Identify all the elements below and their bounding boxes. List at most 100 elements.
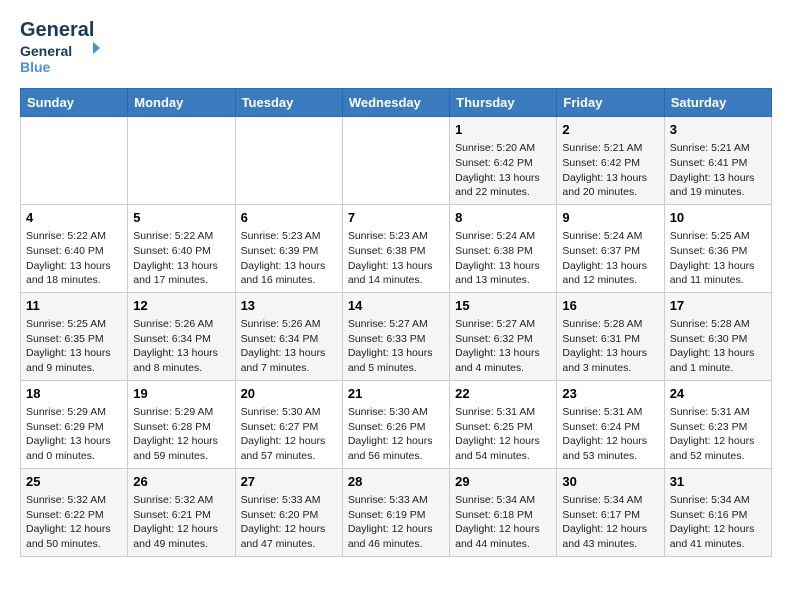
day-info: Sunrise: 5:34 AM Sunset: 6:17 PM Dayligh… xyxy=(562,493,658,552)
day-info: Sunrise: 5:25 AM Sunset: 6:36 PM Dayligh… xyxy=(670,229,766,288)
day-info: Sunrise: 5:26 AM Sunset: 6:34 PM Dayligh… xyxy=(133,317,229,376)
day-info: Sunrise: 5:33 AM Sunset: 6:19 PM Dayligh… xyxy=(348,493,444,552)
calendar-cell: 16Sunrise: 5:28 AM Sunset: 6:31 PM Dayli… xyxy=(557,292,664,380)
calendar-week-5: 25 Sunrise: 5:32 AM Sunset: 6:22 PM Dayli… xyxy=(21,468,772,556)
day-info: Sunrise: 5:21 AM Sunset: 6:41 PM Dayligh… xyxy=(670,141,766,200)
calendar-cell: 21Sunrise: 5:30 AM Sunset: 6:26 PM Dayli… xyxy=(342,380,449,468)
day-number: 8 xyxy=(455,209,551,227)
calendar-week-1: 1Sunrise: 5:20 AM Sunset: 6:42 PM Daylig… xyxy=(21,117,772,205)
weekday-header-friday: Friday xyxy=(557,89,664,117)
day-info: Sunrise: 5:28 AM Sunset: 6:30 PM Dayligh… xyxy=(670,317,766,376)
day-info: Sunrise: 5:25 AM Sunset: 6:35 PM Dayligh… xyxy=(26,317,122,376)
day-number: 20 xyxy=(241,385,337,403)
day-info: Sunrise: 5:27 AM Sunset: 6:32 PM Dayligh… xyxy=(455,317,551,376)
calendar-cell: 22 Sunrise: 5:31 AM Sunset: 6:25 PM Dayli… xyxy=(450,380,557,468)
day-info: Sunrise: 5:32 AM Sunset: 6:22 PM Dayligh… xyxy=(26,493,122,552)
calendar-cell: 24 Sunrise: 5:31 AM Sunset: 6:23 PM Dayli… xyxy=(664,380,771,468)
day-number: 16 xyxy=(562,297,658,315)
calendar-cell: 10 Sunrise: 5:25 AM Sunset: 6:36 PM Dayli… xyxy=(664,204,771,292)
calendar-cell xyxy=(21,117,128,205)
calendar-week-4: 18Sunrise: 5:29 AM Sunset: 6:29 PM Dayli… xyxy=(21,380,772,468)
calendar-cell: 12 Sunrise: 5:26 AM Sunset: 6:34 PM Dayli… xyxy=(128,292,235,380)
calendar-cell: 18Sunrise: 5:29 AM Sunset: 6:29 PM Dayli… xyxy=(21,380,128,468)
day-number: 19 xyxy=(133,385,229,403)
day-number: 5 xyxy=(133,209,229,227)
day-number: 7 xyxy=(348,209,444,227)
calendar-cell: 3 Sunrise: 5:21 AM Sunset: 6:41 PM Daylig… xyxy=(664,117,771,205)
day-number: 21 xyxy=(348,385,444,403)
svg-text:General: General xyxy=(20,43,72,59)
calendar-cell: 11 Sunrise: 5:25 AM Sunset: 6:35 PM Dayli… xyxy=(21,292,128,380)
calendar-cell: 15 Sunrise: 5:27 AM Sunset: 6:32 PM Dayli… xyxy=(450,292,557,380)
day-info: Sunrise: 5:22 AM Sunset: 6:40 PM Dayligh… xyxy=(133,229,229,288)
calendar-cell: 14 Sunrise: 5:27 AM Sunset: 6:33 PM Dayli… xyxy=(342,292,449,380)
calendar-cell: 28 Sunrise: 5:33 AM Sunset: 6:19 PM Dayli… xyxy=(342,468,449,556)
day-number: 4 xyxy=(26,209,122,227)
calendar-cell: 29Sunrise: 5:34 AM Sunset: 6:18 PM Dayli… xyxy=(450,468,557,556)
calendar-cell: 23 Sunrise: 5:31 AM Sunset: 6:24 PM Dayli… xyxy=(557,380,664,468)
weekday-header-sunday: Sunday xyxy=(21,89,128,117)
day-info: Sunrise: 5:31 AM Sunset: 6:25 PM Dayligh… xyxy=(455,405,551,464)
calendar-cell: 8Sunrise: 5:24 AM Sunset: 6:38 PM Daylig… xyxy=(450,204,557,292)
day-number: 23 xyxy=(562,385,658,403)
day-info: Sunrise: 5:26 AM Sunset: 6:34 PM Dayligh… xyxy=(241,317,337,376)
day-number: 9 xyxy=(562,209,658,227)
calendar-cell: 4Sunrise: 5:22 AM Sunset: 6:40 PM Daylig… xyxy=(21,204,128,292)
day-number: 30 xyxy=(562,473,658,491)
calendar-cell: 25 Sunrise: 5:32 AM Sunset: 6:22 PM Dayli… xyxy=(21,468,128,556)
day-number: 31 xyxy=(670,473,766,491)
day-info: Sunrise: 5:29 AM Sunset: 6:28 PM Dayligh… xyxy=(133,405,229,464)
day-number: 22 xyxy=(455,385,551,403)
day-number: 27 xyxy=(241,473,337,491)
calendar-cell: 30 Sunrise: 5:34 AM Sunset: 6:17 PM Dayli… xyxy=(557,468,664,556)
calendar-cell: 7 Sunrise: 5:23 AM Sunset: 6:38 PM Daylig… xyxy=(342,204,449,292)
day-number: 14 xyxy=(348,297,444,315)
logo: General General Blue xyxy=(20,20,100,78)
day-info: Sunrise: 5:31 AM Sunset: 6:24 PM Dayligh… xyxy=(562,405,658,464)
calendar-cell: 6Sunrise: 5:23 AM Sunset: 6:39 PM Daylig… xyxy=(235,204,342,292)
day-info: Sunrise: 5:31 AM Sunset: 6:23 PM Dayligh… xyxy=(670,405,766,464)
weekday-header-monday: Monday xyxy=(128,89,235,117)
calendar-cell: 20 Sunrise: 5:30 AM Sunset: 6:27 PM Dayli… xyxy=(235,380,342,468)
day-number: 25 xyxy=(26,473,122,491)
day-number: 2 xyxy=(562,121,658,139)
day-number: 12 xyxy=(133,297,229,315)
day-info: Sunrise: 5:27 AM Sunset: 6:33 PM Dayligh… xyxy=(348,317,444,376)
calendar-week-2: 4 Sunrise: 5:22 AM Sunset: 6:40 PM Daylig… xyxy=(21,204,772,292)
calendar-cell: 9 Sunrise: 5:24 AM Sunset: 6:37 PM Daylig… xyxy=(557,204,664,292)
day-number: 24 xyxy=(670,385,766,403)
day-number: 15 xyxy=(455,297,551,315)
calendar-cell: 13 Sunrise: 5:26 AM Sunset: 6:34 PM Dayli… xyxy=(235,292,342,380)
day-number: 28 xyxy=(348,473,444,491)
day-number: 29 xyxy=(455,473,551,491)
day-info: Sunrise: 5:33 AM Sunset: 6:20 PM Dayligh… xyxy=(241,493,337,552)
calendar-cell: 5 Sunrise: 5:22 AM Sunset: 6:40 PM Daylig… xyxy=(128,204,235,292)
calendar-table: SundayMondayTuesdayWednesdayThursdayFrid… xyxy=(20,88,772,557)
day-number: 17 xyxy=(670,297,766,315)
calendar-cell: 31Sunrise: 5:34 AM Sunset: 6:16 PM Dayli… xyxy=(664,468,771,556)
day-number: 26 xyxy=(133,473,229,491)
weekday-header-wednesday: Wednesday xyxy=(342,89,449,117)
day-info: Sunrise: 5:20 AM Sunset: 6:42 PM Dayligh… xyxy=(455,141,551,200)
weekday-header-thursday: Thursday xyxy=(450,89,557,117)
day-info: Sunrise: 5:29 AM Sunset: 6:29 PM Dayligh… xyxy=(26,405,122,464)
day-info: Sunrise: 5:23 AM Sunset: 6:39 PM Dayligh… xyxy=(241,229,337,288)
day-number: 10 xyxy=(670,209,766,227)
day-info: Sunrise: 5:24 AM Sunset: 6:37 PM Dayligh… xyxy=(562,229,658,288)
calendar-cell: 17 Sunrise: 5:28 AM Sunset: 6:30 PM Dayli… xyxy=(664,292,771,380)
logo-svg: General Blue xyxy=(20,40,100,78)
calendar-cell: 1Sunrise: 5:20 AM Sunset: 6:42 PM Daylig… xyxy=(450,117,557,205)
calendar-cell xyxy=(235,117,342,205)
day-number: 3 xyxy=(670,121,766,139)
calendar-cell: 2Sunrise: 5:21 AM Sunset: 6:42 PM Daylig… xyxy=(557,117,664,205)
day-info: Sunrise: 5:23 AM Sunset: 6:38 PM Dayligh… xyxy=(348,229,444,288)
calendar-cell: 19 Sunrise: 5:29 AM Sunset: 6:28 PM Dayli… xyxy=(128,380,235,468)
calendar-cell xyxy=(342,117,449,205)
day-info: Sunrise: 5:30 AM Sunset: 6:27 PM Dayligh… xyxy=(241,405,337,464)
weekday-header-tuesday: Tuesday xyxy=(235,89,342,117)
calendar-week-3: 11 Sunrise: 5:25 AM Sunset: 6:35 PM Dayli… xyxy=(21,292,772,380)
day-number: 13 xyxy=(241,297,337,315)
day-number: 11 xyxy=(26,297,122,315)
svg-text:Blue: Blue xyxy=(20,59,51,75)
calendar-cell xyxy=(128,117,235,205)
